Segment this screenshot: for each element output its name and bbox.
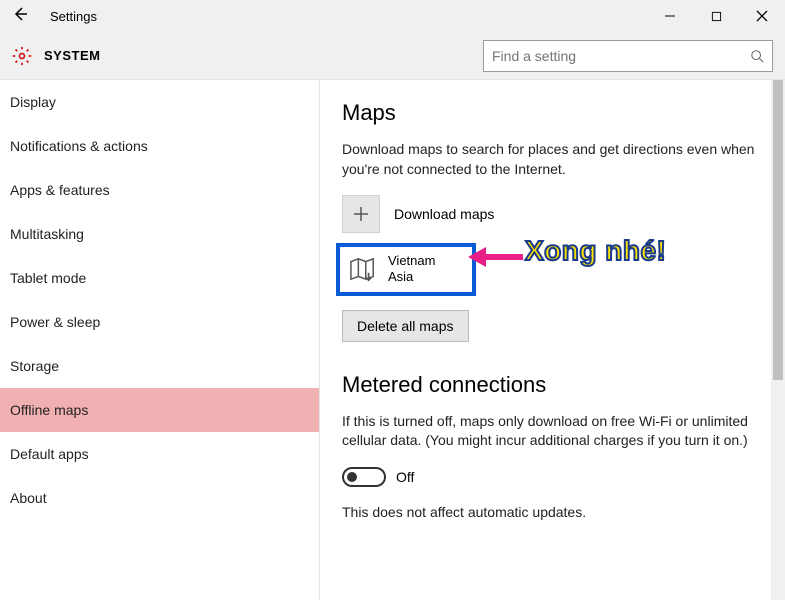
sidebar-item-about[interactable]: About bbox=[0, 476, 319, 520]
map-name: Vietnam bbox=[388, 253, 435, 269]
titlebar: Settings bbox=[0, 0, 785, 32]
annotation-arrow-icon bbox=[468, 242, 523, 272]
metered-note: This does not affect automatic updates. bbox=[342, 503, 763, 523]
header: SYSTEM bbox=[0, 32, 785, 80]
maps-heading: Maps bbox=[342, 100, 763, 126]
toggle-state-label: Off bbox=[396, 469, 414, 485]
sidebar-item-storage[interactable]: Storage bbox=[0, 344, 319, 388]
search-icon bbox=[750, 49, 764, 63]
sidebar: DisplayNotifications & actionsApps & fea… bbox=[0, 80, 320, 600]
toggle-track[interactable] bbox=[342, 467, 386, 487]
sidebar-item-notifications-actions[interactable]: Notifications & actions bbox=[0, 124, 319, 168]
sidebar-item-tablet-mode[interactable]: Tablet mode bbox=[0, 256, 319, 300]
downloaded-map-item[interactable]: Vietnam Asia bbox=[336, 243, 476, 296]
sidebar-item-display[interactable]: Display bbox=[0, 80, 319, 124]
delete-all-maps-button[interactable]: Delete all maps bbox=[342, 310, 469, 342]
sidebar-item-apps-features[interactable]: Apps & features bbox=[0, 168, 319, 212]
gear-icon bbox=[12, 46, 32, 66]
search-box[interactable] bbox=[483, 40, 773, 72]
map-icon bbox=[348, 256, 378, 282]
back-button[interactable] bbox=[0, 6, 40, 27]
sidebar-item-multitasking[interactable]: Multitasking bbox=[0, 212, 319, 256]
minimize-button[interactable] bbox=[647, 0, 693, 32]
search-input[interactable] bbox=[492, 48, 750, 64]
window-title: Settings bbox=[50, 9, 97, 24]
sidebar-item-default-apps[interactable]: Default apps bbox=[0, 432, 319, 476]
sidebar-item-offline-maps[interactable]: Offline maps bbox=[0, 388, 319, 432]
content: DisplayNotifications & actionsApps & fea… bbox=[0, 80, 785, 600]
main-panel: Maps Download maps to search for places … bbox=[320, 80, 785, 600]
annotation-text: Xong nhé! bbox=[525, 235, 666, 267]
toggle-thumb bbox=[347, 472, 357, 482]
scrollbar[interactable] bbox=[771, 80, 785, 600]
metered-description: If this is turned off, maps only downloa… bbox=[342, 412, 763, 451]
scrollbar-thumb[interactable] bbox=[773, 80, 783, 380]
section-title: SYSTEM bbox=[44, 48, 100, 63]
download-maps-label: Download maps bbox=[394, 206, 494, 222]
add-map-button[interactable] bbox=[342, 195, 380, 233]
close-button[interactable] bbox=[739, 0, 785, 32]
metered-heading: Metered connections bbox=[342, 372, 763, 398]
download-maps-row[interactable]: Download maps bbox=[342, 195, 763, 233]
metered-toggle[interactable]: Off bbox=[342, 467, 763, 487]
map-text: Vietnam Asia bbox=[388, 253, 435, 286]
maps-description: Download maps to search for places and g… bbox=[342, 140, 763, 179]
maximize-button[interactable] bbox=[693, 0, 739, 32]
window-controls bbox=[647, 0, 785, 32]
map-region: Asia bbox=[388, 269, 435, 285]
sidebar-item-power-sleep[interactable]: Power & sleep bbox=[0, 300, 319, 344]
